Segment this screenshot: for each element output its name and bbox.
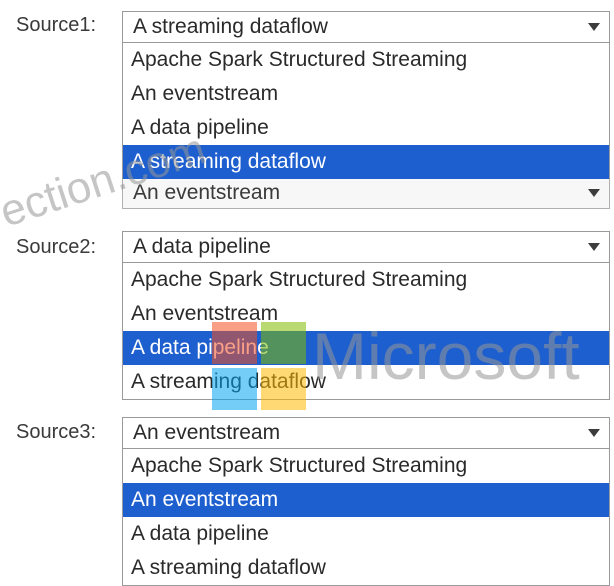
source1-option-data-pipeline[interactable]: A data pipeline bbox=[123, 111, 609, 145]
source3-option-streaming-dataflow[interactable]: A streaming dataflow bbox=[123, 551, 609, 585]
source1-option-spark[interactable]: Apache Spark Structured Streaming bbox=[123, 43, 609, 77]
source1-label: Source1: bbox=[16, 14, 97, 36]
source2-option-streaming-dataflow[interactable]: A streaming dataflow bbox=[123, 365, 609, 399]
source3-selected-value: An eventstream bbox=[133, 421, 281, 444]
source1-option-eventstream[interactable]: An eventstream bbox=[123, 77, 609, 111]
source1-option-streaming-dataflow[interactable]: A streaming dataflow bbox=[123, 145, 609, 179]
source2-option-data-pipeline[interactable]: A data pipeline bbox=[123, 331, 609, 365]
source2-option-spark[interactable]: Apache Spark Structured Streaming bbox=[123, 263, 609, 297]
source1-underlying-value: An eventstream bbox=[133, 181, 281, 204]
source2-select[interactable]: A data pipeline bbox=[122, 231, 610, 263]
source1-selected-value: A streaming dataflow bbox=[133, 15, 328, 38]
source1-select[interactable]: A streaming dataflow bbox=[122, 11, 610, 43]
source3-select[interactable]: An eventstream bbox=[122, 417, 610, 449]
source3-option-eventstream[interactable]: An eventstream bbox=[123, 483, 609, 517]
source3-dropdown-list: Apache Spark Structured Streaming An eve… bbox=[122, 449, 610, 586]
source3-option-data-pipeline[interactable]: A data pipeline bbox=[123, 517, 609, 551]
source3-label: Source3: bbox=[16, 421, 97, 443]
source2-label: Source2: bbox=[16, 236, 97, 258]
source1-underlying-select[interactable]: An eventstream bbox=[122, 179, 610, 209]
source2-selected-value: A data pipeline bbox=[133, 235, 271, 258]
source2-option-eventstream[interactable]: An eventstream bbox=[123, 297, 609, 331]
chevron-down-icon[interactable] bbox=[579, 232, 609, 262]
source1-dropdown-list: Apache Spark Structured Streaming An eve… bbox=[122, 43, 610, 180]
source2-dropdown-list: Apache Spark Structured Streaming An eve… bbox=[122, 263, 610, 400]
source3-option-spark[interactable]: Apache Spark Structured Streaming bbox=[123, 449, 609, 483]
chevron-down-icon[interactable] bbox=[579, 418, 609, 448]
chevron-down-icon[interactable] bbox=[579, 179, 609, 207]
chevron-down-icon[interactable] bbox=[579, 12, 609, 42]
